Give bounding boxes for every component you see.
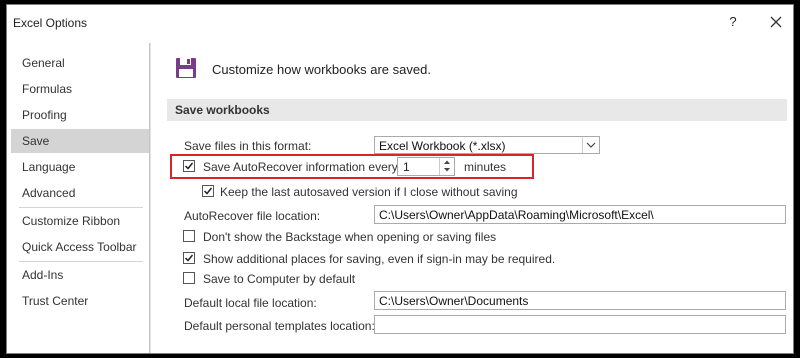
dont-show-backstage-checkbox[interactable] xyxy=(183,230,195,242)
default-templates-location-input[interactable] xyxy=(374,315,786,334)
save-format-select[interactable]: Excel Workbook (*.xlsx) xyxy=(374,136,600,154)
keep-last-checkbox[interactable] xyxy=(202,185,214,197)
minutes-label: minutes xyxy=(464,160,507,174)
sidebar-item-advanced[interactable]: Advanced xyxy=(11,181,149,205)
save-to-computer-label: Save to Computer by default xyxy=(203,272,356,286)
sidebar-item-general[interactable]: General xyxy=(11,51,149,75)
autorecover-minutes-spinner[interactable]: 1 xyxy=(397,157,455,176)
sidebar-item-formulas[interactable]: Formulas xyxy=(11,77,149,101)
sidebar-item-language[interactable]: Language xyxy=(11,155,149,179)
floppy-disk-icon xyxy=(176,58,196,78)
save-format-label: Save files in this format: xyxy=(184,139,312,153)
default-templates-location-label: Default personal templates location: xyxy=(184,319,375,333)
autorecover-location-input[interactable]: C:\Users\Owner\AppData\Roaming\Microsoft… xyxy=(374,205,786,224)
show-additional-places-checkbox[interactable] xyxy=(183,252,195,264)
checkmark-icon xyxy=(184,254,194,262)
close-icon xyxy=(770,16,782,28)
autorecover-checkbox[interactable] xyxy=(183,160,195,172)
default-local-location-value: C:\Users\Owner\Documents xyxy=(379,294,529,308)
autorecover-location-value: C:\Users\Owner\AppData\Roaming\Microsoft… xyxy=(379,208,654,222)
save-options-panel: Customize how workbooks are saved. Save … xyxy=(150,43,793,353)
save-to-computer-checkbox[interactable] xyxy=(183,272,195,284)
sidebar-divider xyxy=(19,207,143,208)
spin-up-icon[interactable] xyxy=(440,158,454,166)
sidebar-item-save[interactable]: Save xyxy=(11,129,149,153)
section-title: Save workbooks xyxy=(175,103,270,117)
dont-show-backstage-label: Don't show the Backstage when opening or… xyxy=(203,230,497,244)
dialog-title: Excel Options xyxy=(13,16,88,30)
autorecover-minutes-value: 1 xyxy=(403,160,410,174)
spinner-buttons xyxy=(439,158,454,175)
section-header: Save workbooks xyxy=(167,99,787,121)
sidebar-item-add-ins[interactable]: Add-Ins xyxy=(11,263,149,287)
dropdown-arrow xyxy=(582,137,599,153)
excel-options-dialog: Excel Options ? General Formulas Proofin… xyxy=(6,4,794,354)
title-bar: Excel Options ? xyxy=(7,5,793,41)
default-local-location-input[interactable]: C:\Users\Owner\Documents xyxy=(374,291,786,310)
sidebar-item-proofing[interactable]: Proofing xyxy=(11,103,149,127)
sidebar-item-customize-ribbon[interactable]: Customize Ribbon xyxy=(11,209,149,233)
sidebar-divider xyxy=(19,261,143,262)
autorecover-label: Save AutoRecover information every xyxy=(203,160,398,174)
autorecover-location-label: AutoRecover file location: xyxy=(184,209,321,223)
show-additional-places-label: Show additional places for saving, even … xyxy=(203,252,556,266)
sidebar-item-trust-center[interactable]: Trust Center xyxy=(11,289,149,313)
checkmark-icon xyxy=(184,162,194,170)
spin-down-icon[interactable] xyxy=(440,166,454,174)
keep-last-label: Keep the last autosaved version if I clo… xyxy=(220,185,518,199)
help-button[interactable]: ? xyxy=(725,13,741,31)
page-heading: Customize how workbooks are saved. xyxy=(212,62,431,77)
default-local-location-label: Default local file location: xyxy=(184,296,317,310)
checkmark-icon xyxy=(203,187,213,195)
sidebar-item-quick-access-toolbar[interactable]: Quick Access Toolbar xyxy=(11,235,149,259)
dropdown-arrow-icon xyxy=(586,142,596,148)
save-format-value: Excel Workbook (*.xlsx) xyxy=(379,139,506,153)
close-button[interactable] xyxy=(767,13,785,31)
options-sidebar: General Formulas Proofing Save Language … xyxy=(11,43,150,353)
